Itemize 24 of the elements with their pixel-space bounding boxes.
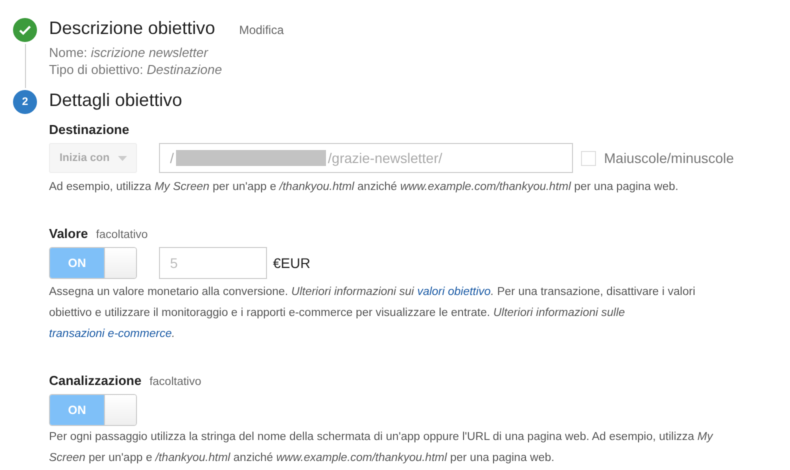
step-number: 2 [13,90,37,114]
toggle-switch[interactable]: ON [49,247,137,279]
edit-link[interactable]: Modifica [239,23,284,37]
step-detail: Tipo di obiettivo: Destinazione [49,61,223,78]
url-field[interactable]: / /grazie-newsletter/ [159,143,573,173]
optional-label: facoltativo [149,376,202,388]
section-label: Destinazione [49,122,130,137]
step-title: Descrizione obiettivo [49,18,216,39]
checkbox[interactable] [581,150,596,166]
step-title: Dettagli obiettivo [49,90,182,111]
help-text: Per ogni passaggio utilizza la stringa del nome della schermata di un'app oppure l'URL di una pagina web. Ad esempio, utilizza My Screen per un'app e /thankyou.html anziché www.example.com/thankyou.html per una pagina web. [49,430,714,466]
section-label: Canalizzazione [49,373,142,388]
help-link[interactable]: valori obiettivo [417,286,491,298]
value-field[interactable]: 5 [159,247,267,279]
section-label: Valore [49,226,88,241]
toggle-switch[interactable]: ON [49,394,137,426]
help-link[interactable]: transazioni e-commerce [49,328,172,340]
checkbox-label: Maiuscole/minuscole [604,150,734,166]
step-detail: Nome: iscrizione newsletter [49,44,210,61]
caret-icon [118,156,127,160]
optional-label: facoltativo [96,229,148,241]
help-text: Assegna un valore monetario alla conversione. Ulteriori informazioni sui valori obiettivo. Per una transazione, disattivare i valori obiettivo e utilizzare il monitoraggio e i rapporti e-commerce per visualizzare le entrate. Ulteriori informazioni sulle transazioni e-commerce. [49,285,696,342]
help-text: Ad esempio, utilizza My Screen per un'app e /thankyou.html anziché www.example.com/thankyou.html per una pagina web. [49,180,680,195]
currency-label: €EUR [273,255,310,271]
